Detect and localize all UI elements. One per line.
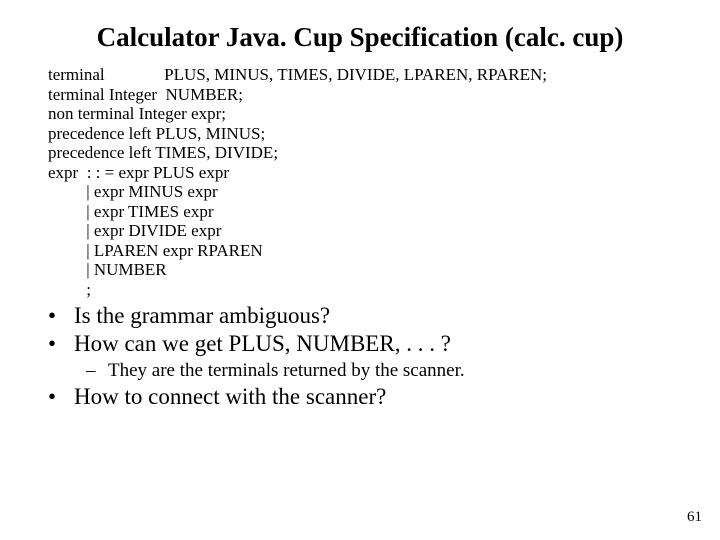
slide-title: Calculator Java. Cup Specification (calc… <box>0 0 720 61</box>
spec-line: precedence left PLUS, MINUS; <box>48 124 680 144</box>
spec-line: expr : : = expr PLUS expr <box>48 163 680 183</box>
spec-line: terminal PLUS, MINUS, TIMES, DIVIDE, LPA… <box>48 65 680 85</box>
spec-line: | expr DIVIDE expr <box>48 221 680 241</box>
cup-specification: terminal PLUS, MINUS, TIMES, DIVIDE, LPA… <box>0 61 720 300</box>
spec-line: precedence left TIMES, DIVIDE; <box>48 143 680 163</box>
spec-line: | expr TIMES expr <box>48 202 680 222</box>
bullet-list: • Is the grammar ambiguous? • How can we… <box>0 300 720 412</box>
spec-line: | LPAREN expr RPAREN <box>48 241 680 261</box>
bullet-item: • How to connect with the scanner? <box>48 383 720 412</box>
page-number: 61 <box>687 509 702 526</box>
bullet-text: How can we get PLUS, NUMBER, . . . ? <box>74 330 451 359</box>
spec-text: PLUS, MINUS, TIMES, DIVIDE, LPAREN, RPAR… <box>164 65 547 84</box>
sub-bullet-text: They are the terminals returned by the s… <box>108 359 465 383</box>
spec-gap <box>105 65 165 84</box>
bullet-mark: • <box>48 383 74 412</box>
dash-mark: – <box>86 359 108 383</box>
bullet-text: Is the grammar ambiguous? <box>74 302 330 331</box>
spec-line: ; <box>48 280 680 300</box>
bullet-item: • How can we get PLUS, NUMBER, . . . ? <box>48 330 720 359</box>
bullet-mark: • <box>48 330 74 359</box>
bullet-item: • Is the grammar ambiguous? <box>48 302 720 331</box>
sub-bullet-item: – They are the terminals returned by the… <box>48 359 720 383</box>
spec-line: non terminal Integer expr; <box>48 104 680 124</box>
slide: Calculator Java. Cup Specification (calc… <box>0 0 720 540</box>
spec-line: | NUMBER <box>48 260 680 280</box>
spec-text: terminal <box>48 65 105 84</box>
bullet-text: How to connect with the scanner? <box>74 383 386 412</box>
spec-line: terminal Integer NUMBER; <box>48 85 680 105</box>
bullet-mark: • <box>48 302 74 331</box>
spec-line: | expr MINUS expr <box>48 182 680 202</box>
